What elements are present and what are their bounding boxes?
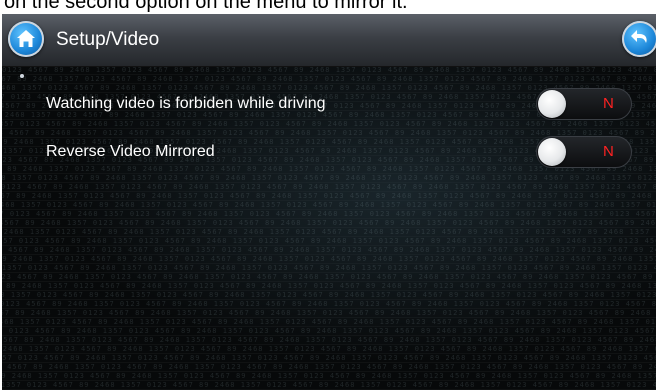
background-texture-line: 0123 4567 89 2468 1357 0123 4567 89 2468… bbox=[2, 174, 656, 182]
background-texture-line: 0123 4567 89 2468 1357 0123 4567 89 2468… bbox=[2, 201, 656, 209]
background-texture-line: 0123 4567 89 2468 1357 0123 4567 89 2468… bbox=[2, 318, 656, 326]
home-button[interactable] bbox=[8, 21, 44, 57]
video-while-driving-toggle[interactable]: N bbox=[536, 88, 632, 120]
toggle-knob[interactable] bbox=[538, 90, 566, 118]
background-texture-line: 0123 4567 89 2468 1357 0123 4567 89 2468… bbox=[2, 300, 656, 308]
background-texture-line: 0123 4567 89 2468 1357 0123 4567 89 2468… bbox=[2, 327, 656, 335]
background-texture-line: 0123 4567 89 2468 1357 0123 4567 89 2468… bbox=[2, 183, 656, 191]
background-texture-line: 0123 4567 89 2468 1357 0123 4567 89 2468… bbox=[2, 345, 656, 353]
instruction-caption: on the second option on the menu to mirr… bbox=[4, 0, 408, 13]
background-texture-line: 0123 4567 89 2468 1357 0123 4567 89 2468… bbox=[2, 210, 656, 218]
home-icon bbox=[17, 30, 35, 47]
background-texture-line: 0123 4567 89 2468 1357 0123 4567 89 2468… bbox=[2, 255, 656, 263]
background-texture-line: 0123 4567 89 2468 1357 0123 4567 89 2468… bbox=[2, 192, 656, 200]
background-texture-line: 0123 4567 89 2468 1357 0123 4567 89 2468… bbox=[2, 363, 656, 371]
title-bar: Setup/Video bbox=[2, 14, 656, 67]
background-texture-line: 0123 4567 89 2468 1357 0123 4567 89 2468… bbox=[2, 264, 656, 272]
toggle-state-label: N bbox=[603, 143, 614, 160]
background-texture-line: 0123 4567 89 2468 1357 0123 4567 89 2468… bbox=[2, 372, 656, 380]
toggle-state-label: N bbox=[603, 95, 614, 112]
background-texture-line: 0123 4567 89 2468 1357 0123 4567 89 2468… bbox=[2, 336, 656, 344]
background-texture-line: 0123 4567 89 2468 1357 0123 4567 89 2468… bbox=[2, 282, 656, 290]
setting-row-reverse-video-mirrored[interactable]: Reverse Video Mirrored N bbox=[2, 130, 656, 174]
background-texture-line: 0123 4567 89 2468 1357 0123 4567 89 2468… bbox=[2, 246, 656, 254]
menu-marker-dot bbox=[20, 74, 24, 78]
background-texture-line: 0123 4567 89 2468 1357 0123 4567 89 2468… bbox=[2, 66, 656, 74]
background-texture-line: 0123 4567 89 2468 1357 0123 4567 89 2468… bbox=[2, 354, 656, 362]
head-unit-screen: 0123 4567 89 2468 1357 0123 4567 89 2468… bbox=[2, 14, 656, 390]
background-texture-line: 0123 4567 89 2468 1357 0123 4567 89 2468… bbox=[2, 237, 656, 245]
setting-label: Watching video is forbiden while driving bbox=[46, 95, 326, 112]
background-texture-line: 0123 4567 89 2468 1357 0123 4567 89 2468… bbox=[2, 309, 656, 317]
background-texture-line: 0123 4567 89 2468 1357 0123 4567 89 2468… bbox=[2, 381, 656, 389]
toggle-knob[interactable] bbox=[538, 138, 566, 166]
background-texture-line: 0123 4567 89 2468 1357 0123 4567 89 2468… bbox=[2, 228, 656, 236]
background-texture-line: 0123 4567 89 2468 1357 0123 4567 89 2468… bbox=[2, 291, 656, 299]
setting-row-video-while-driving[interactable]: Watching video is forbiden while driving… bbox=[2, 82, 656, 126]
reverse-video-mirrored-toggle[interactable]: N bbox=[536, 136, 632, 168]
setting-label: Reverse Video Mirrored bbox=[46, 143, 215, 160]
back-arrow-icon bbox=[631, 30, 647, 43]
background-texture-line: 0123 4567 89 2468 1357 0123 4567 89 2468… bbox=[2, 273, 656, 281]
background-texture-line: 0123 4567 89 2468 1357 0123 4567 89 2468… bbox=[2, 219, 656, 227]
back-button[interactable] bbox=[622, 21, 656, 57]
page-title: Setup/Video bbox=[56, 29, 160, 50]
